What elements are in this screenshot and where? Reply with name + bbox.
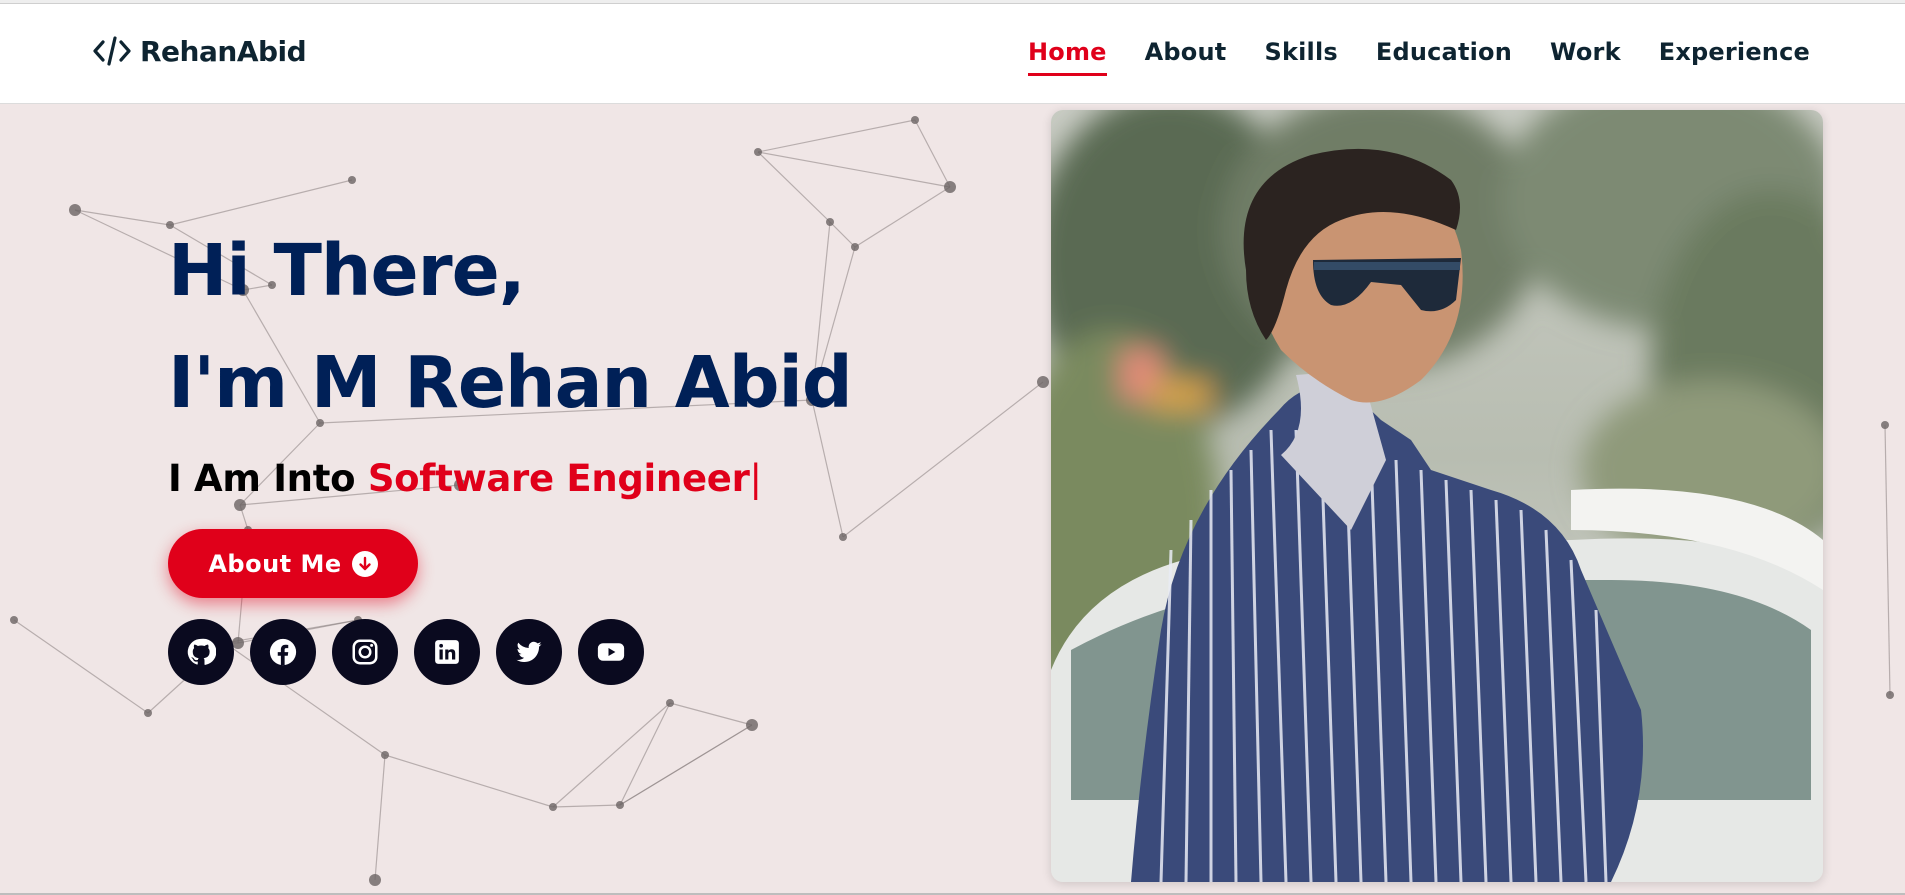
particle-node bbox=[10, 616, 18, 624]
twitter-icon bbox=[516, 641, 542, 663]
youtube-link[interactable] bbox=[578, 619, 644, 685]
hero-heading: Hi There, I'm M Rehan Abid bbox=[168, 215, 1048, 439]
github-icon bbox=[187, 638, 216, 665]
particle-node bbox=[369, 874, 381, 886]
greeting-line-1: Hi There, bbox=[168, 229, 526, 312]
main-nav: Home About Skills Education Work Experie… bbox=[1027, 38, 1810, 76]
social-links bbox=[168, 619, 644, 685]
github-link[interactable] bbox=[168, 619, 234, 685]
site-header: RehanAbid Home About Skills Education Wo… bbox=[0, 4, 1905, 104]
particle-node bbox=[839, 533, 847, 541]
typed-role: Software Engineer bbox=[367, 457, 750, 500]
instagram-link[interactable] bbox=[332, 619, 398, 685]
greeting-line-2: I'm M Rehan Abid bbox=[168, 341, 853, 424]
instagram-icon bbox=[352, 639, 378, 665]
portrait-illustration bbox=[1051, 110, 1823, 882]
particle-link bbox=[757, 151, 951, 188]
nav-skills[interactable]: Skills bbox=[1264, 38, 1337, 74]
particle-link bbox=[914, 119, 951, 188]
particle-node bbox=[666, 699, 674, 707]
particle-link bbox=[552, 702, 671, 808]
particle-link bbox=[13, 619, 149, 714]
particle-link bbox=[374, 754, 386, 881]
particle-node bbox=[944, 181, 956, 193]
particle-link bbox=[757, 119, 916, 153]
logo-text: RehanAbid bbox=[140, 34, 307, 68]
particle-node bbox=[549, 803, 557, 811]
hero-section: Hi There, I'm M Rehan Abid I Am Into Sof… bbox=[0, 105, 1905, 893]
particle-link bbox=[384, 754, 554, 808]
particle-node bbox=[69, 204, 81, 216]
arrow-down-circle-icon bbox=[351, 550, 378, 577]
nav-experience[interactable]: Experience bbox=[1659, 38, 1810, 74]
youtube-icon bbox=[597, 643, 625, 661]
particle-node bbox=[616, 801, 624, 809]
typed-text: I Am Into Software Engineer| bbox=[168, 457, 1048, 500]
particle-link bbox=[1884, 424, 1891, 696]
particle-node bbox=[746, 719, 758, 731]
nav-education[interactable]: Education bbox=[1376, 38, 1512, 74]
particle-node bbox=[754, 148, 762, 156]
particle-node bbox=[1886, 691, 1894, 699]
particle-node bbox=[348, 176, 356, 184]
typed-prefix: I Am Into bbox=[168, 457, 368, 500]
particle-node bbox=[911, 116, 919, 124]
particle-link bbox=[757, 151, 831, 223]
profile-photo bbox=[1051, 110, 1823, 882]
particle-link bbox=[669, 702, 753, 726]
linkedin-icon bbox=[435, 640, 459, 664]
particle-link bbox=[552, 804, 621, 808]
code-icon bbox=[93, 36, 131, 66]
hero-content: Hi There, I'm M Rehan Abid I Am Into Sof… bbox=[168, 215, 1048, 685]
facebook-link[interactable] bbox=[250, 619, 316, 685]
nav-work[interactable]: Work bbox=[1550, 38, 1621, 74]
about-me-button[interactable]: About Me bbox=[168, 529, 418, 598]
nav-about[interactable]: About bbox=[1145, 38, 1227, 74]
about-me-label: About Me bbox=[208, 549, 342, 578]
twitter-link[interactable] bbox=[496, 619, 562, 685]
particle-node bbox=[1881, 421, 1889, 429]
particle-node bbox=[234, 499, 246, 511]
facebook-icon bbox=[269, 638, 297, 666]
particle-node bbox=[381, 751, 389, 759]
nav-home[interactable]: Home bbox=[1027, 38, 1107, 76]
particle-link bbox=[74, 209, 171, 226]
particle-node bbox=[144, 709, 152, 717]
linkedin-link[interactable] bbox=[414, 619, 480, 685]
site-logo[interactable]: RehanAbid bbox=[92, 34, 307, 68]
typing-caret: | bbox=[749, 457, 762, 500]
